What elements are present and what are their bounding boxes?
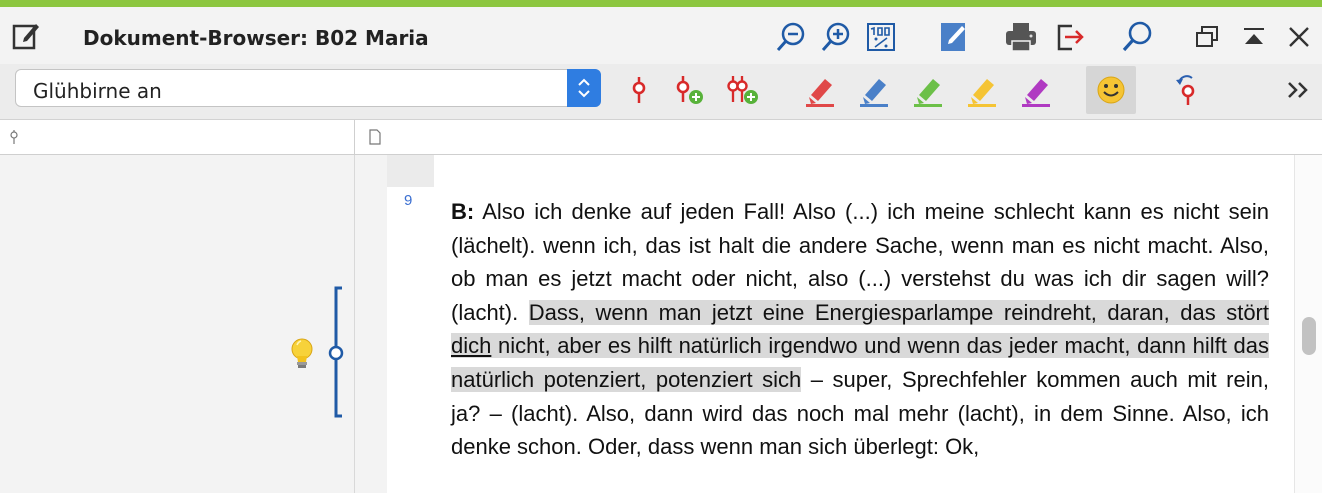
edit-mode-icon[interactable] — [937, 20, 971, 54]
code-add-multiple-icon[interactable] — [721, 68, 765, 112]
minimize-window-icon[interactable] — [1237, 20, 1271, 54]
coding-toolbar: Glühbirne an — [0, 64, 1322, 120]
paragraph-number: 9 — [404, 192, 413, 209]
zoom-in-icon[interactable] — [819, 20, 853, 54]
speaker-label: B: — [451, 199, 475, 224]
coded-segment-part: Dass, wenn man jetzt eine Energiesparlam… — [528, 299, 1269, 325]
coding-stripe-panel — [0, 155, 354, 493]
document-gutter — [355, 155, 387, 493]
percent-zoom-icon[interactable] — [864, 20, 898, 54]
paragraph-number-header — [387, 155, 434, 187]
export-icon[interactable] — [1053, 20, 1087, 54]
highlight-red-icon[interactable] — [798, 68, 842, 112]
emoticon-icon[interactable] — [1086, 66, 1136, 114]
search-icon[interactable] — [1120, 20, 1154, 54]
highlight-purple-icon[interactable] — [1014, 68, 1058, 112]
column-header-row — [0, 120, 1322, 155]
chevron-up-down-icon[interactable] — [567, 69, 601, 107]
more-chevrons-icon[interactable] — [1277, 68, 1321, 112]
lightbulb-icon[interactable] — [288, 337, 316, 371]
vertical-scrollbar[interactable] — [1294, 155, 1322, 493]
coding-stripe-bracket[interactable] — [325, 286, 349, 418]
code-column-icon — [8, 129, 20, 150]
print-icon[interactable] — [1004, 20, 1038, 54]
paragraph-text[interactable]: B: Also ich denke auf jeden Fall! Also (… — [451, 195, 1269, 464]
highlight-yellow-icon[interactable] — [960, 68, 1004, 112]
window-title: Dokument-Browser: B02 Maria — [83, 26, 429, 50]
zoom-out-icon[interactable] — [774, 20, 808, 54]
document-column-icon — [368, 129, 382, 150]
title-bar: Dokument-Browser: B02 Maria — [0, 7, 1322, 64]
highlight-blue-icon[interactable] — [852, 68, 896, 112]
scrollbar-thumb[interactable] — [1302, 317, 1316, 355]
close-icon[interactable] — [1282, 20, 1316, 54]
code-selector-value: Glühbirne an — [33, 79, 162, 103]
code-selector[interactable]: Glühbirne an — [15, 69, 601, 107]
undo-code-icon[interactable] — [1163, 68, 1207, 112]
restore-window-icon[interactable] — [1190, 20, 1224, 54]
highlight-green-icon[interactable] — [906, 68, 950, 112]
document-browser-icon — [12, 20, 40, 52]
code-icon[interactable] — [617, 68, 661, 112]
window-accent-bar — [0, 0, 1322, 7]
underlined-word: dich — [451, 333, 492, 359]
code-add-icon[interactable] — [667, 68, 711, 112]
column-divider[interactable] — [354, 120, 355, 154]
